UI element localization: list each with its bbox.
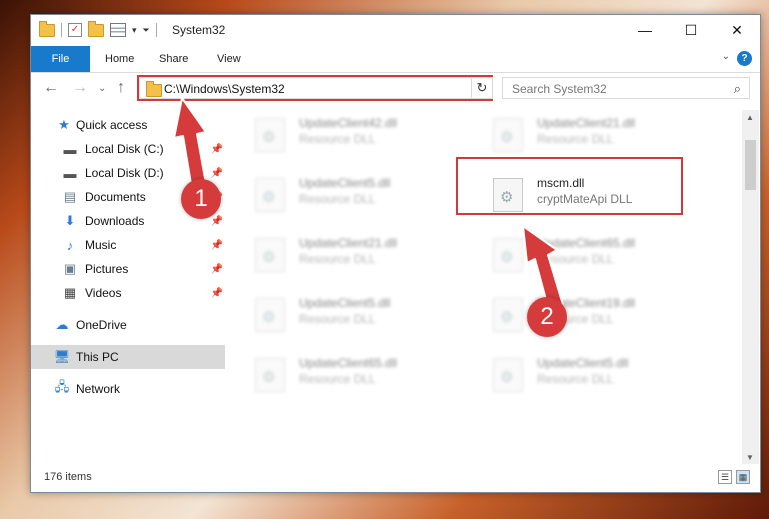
list-item[interactable]: UpdateClient21.dll Resource DLL bbox=[479, 112, 699, 160]
list-item[interactable]: UpdateClient42.dll Resource DLL bbox=[241, 112, 461, 160]
list-item[interactable]: UpdateClient5.dll Resource DLL bbox=[241, 292, 461, 340]
sidebar-item-onedrive[interactable]: ☁ OneDrive bbox=[31, 313, 225, 337]
details-view-icon[interactable]: ☰ bbox=[718, 470, 732, 484]
address-row: ← → ⌄ ↑ C:\Windows\System32 ⌄ ↻ Search S… bbox=[31, 73, 760, 105]
recent-locations-button[interactable]: ⌄ bbox=[98, 83, 106, 94]
ribbon-tabs: File Home Share View ⌄ ? bbox=[31, 46, 760, 73]
properties-icon[interactable] bbox=[110, 23, 126, 37]
title-bar: ✓ ▾ ⏷ System32 — ☐ ✕ bbox=[31, 15, 760, 47]
vertical-scrollbar[interactable]: ▲ ▼ bbox=[742, 110, 759, 465]
tiles-view-icon[interactable]: ▦ bbox=[736, 470, 750, 484]
dll-file-icon bbox=[493, 358, 523, 392]
list-item[interactable]: UpdateClient21.dll Resource DLL bbox=[241, 232, 461, 280]
download-icon: ⬇ bbox=[64, 213, 76, 228]
cloud-icon: ☁ bbox=[55, 317, 69, 332]
up-button[interactable]: ↑ bbox=[117, 79, 125, 97]
dll-file-icon bbox=[255, 358, 285, 392]
pictures-icon: ▣ bbox=[63, 261, 77, 276]
step-2-badge: 2 bbox=[527, 297, 567, 337]
tab-file[interactable]: File bbox=[31, 46, 90, 72]
help-icon[interactable]: ? bbox=[737, 51, 752, 66]
scrollbar-thumb[interactable] bbox=[745, 140, 756, 190]
properties-check-icon[interactable]: ✓ bbox=[68, 23, 82, 37]
forward-button[interactable]: → bbox=[72, 79, 88, 97]
dll-file-icon bbox=[493, 118, 523, 152]
maximize-button[interactable]: ☐ bbox=[668, 15, 714, 45]
sidebar-item-network[interactable]: 🖧 Network bbox=[31, 377, 225, 401]
list-item[interactable]: UpdateClient65.dll Resource DLL bbox=[241, 352, 461, 400]
list-item[interactable]: UpdateClient65.dll Resource DLL bbox=[479, 232, 699, 280]
star-icon: ★ bbox=[58, 117, 70, 132]
list-item[interactable]: UpdateClient19.dll Resource DLL bbox=[479, 292, 699, 340]
documents-icon: ▤ bbox=[63, 189, 77, 204]
quick-access-toolbar: ✓ ▾ ⏷ bbox=[39, 20, 157, 37]
item-count: 176 items bbox=[44, 471, 92, 483]
sidebar-item-music[interactable]: ♪ Music 📌 bbox=[31, 233, 225, 257]
music-icon: ♪ bbox=[66, 237, 74, 253]
dll-file-icon bbox=[255, 298, 285, 332]
sidebar-item-this-pc[interactable]: 🖥 This PC bbox=[31, 345, 225, 369]
tab-view[interactable]: View bbox=[203, 46, 255, 72]
target-file-highlight-box bbox=[456, 157, 683, 215]
close-button[interactable]: ✕ bbox=[714, 15, 760, 45]
window-controls: — ☐ ✕ bbox=[622, 15, 760, 45]
drive-icon: ▬ bbox=[63, 165, 77, 181]
explorer-window: ✓ ▾ ⏷ System32 — ☐ ✕ File Home Share Vie… bbox=[30, 14, 761, 493]
list-item[interactable]: UpdateClient5.dll Resource DLL bbox=[241, 172, 461, 220]
sidebar-item-videos[interactable]: ▦ Videos 📌 bbox=[31, 281, 225, 305]
pin-icon: 📌 bbox=[210, 287, 223, 299]
pin-icon: 📌 bbox=[210, 239, 223, 251]
pin-icon: 📌 bbox=[210, 263, 223, 275]
tab-share[interactable]: Share bbox=[145, 46, 202, 72]
customize-toolbar-icon[interactable]: ⏷ bbox=[143, 25, 150, 36]
new-folder-icon[interactable] bbox=[88, 20, 104, 37]
drive-icon: ▬ bbox=[63, 141, 77, 157]
scroll-down-icon[interactable]: ▼ bbox=[746, 453, 754, 462]
tab-home[interactable]: Home bbox=[91, 46, 148, 72]
window-title: System32 bbox=[172, 23, 226, 37]
status-bar: 176 items ☰ ▦ bbox=[31, 464, 760, 492]
list-item[interactable]: UpdateClient5.dll Resource DLL bbox=[479, 352, 699, 400]
step-1-badge: 1 bbox=[181, 179, 221, 219]
view-toggle: ☰ ▦ bbox=[718, 470, 750, 484]
folder-icon bbox=[39, 20, 55, 37]
dll-file-icon bbox=[255, 238, 285, 272]
dll-file-icon bbox=[255, 178, 285, 212]
search-input[interactable]: Search System32 ⌕ bbox=[502, 77, 750, 99]
computer-icon: 🖥 bbox=[53, 349, 71, 364]
chevron-down-icon[interactable]: ▾ bbox=[132, 25, 137, 36]
scroll-up-icon[interactable]: ▲ bbox=[746, 113, 754, 122]
sidebar-item-pictures[interactable]: ▣ Pictures 📌 bbox=[31, 257, 225, 281]
search-icon[interactable]: ⌕ bbox=[734, 81, 741, 97]
search-placeholder: Search System32 bbox=[512, 82, 607, 96]
minimize-button[interactable]: — bbox=[622, 15, 668, 45]
back-button[interactable]: ← bbox=[43, 79, 59, 97]
dll-file-icon bbox=[255, 118, 285, 152]
refresh-button[interactable]: ↻ bbox=[471, 77, 493, 99]
videos-icon: ▦ bbox=[63, 285, 77, 300]
chevron-up-icon[interactable]: ⌄ bbox=[722, 51, 730, 62]
network-icon: 🖧 bbox=[54, 379, 70, 394]
